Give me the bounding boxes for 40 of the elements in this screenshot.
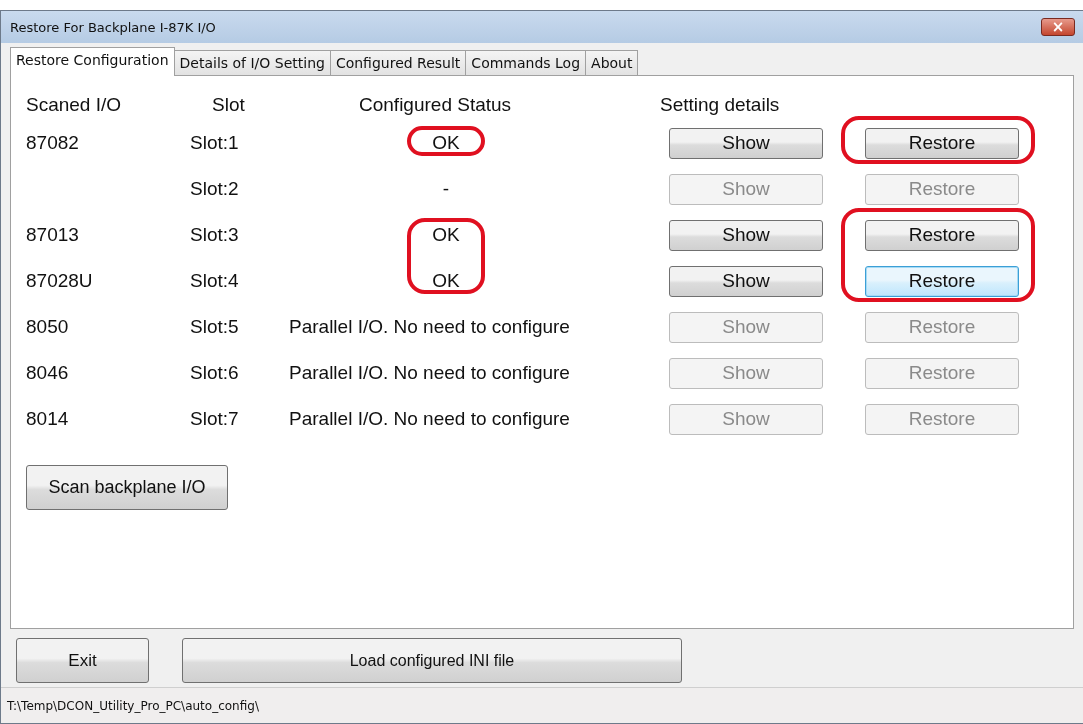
column-header: Setting details [660,94,780,116]
column-header: Configured Status [359,94,512,116]
tab[interactable]: Configured Result [330,50,467,75]
table-cell: 87082 [26,132,79,154]
tab[interactable]: About [586,50,639,75]
restore-button[interactable]: Restore [865,265,1019,297]
tab[interactable]: Details of I/O Setting [174,50,331,75]
restore-button[interactable]: Restore [865,219,1019,251]
table-cell: Slot:6 [190,362,239,384]
status-cell: - [442,178,450,200]
table-cell: 8050 [26,316,69,338]
load-button[interactable]: Load configured INI file [182,638,682,683]
status-cell: Parallel I/O. No need to configure [289,362,570,384]
column-header: Scaned I/O [26,94,123,116]
window-title: Restore For Backplane I-87K I/O [10,19,216,35]
table-cell: Slot:7 [190,408,239,430]
show-button[interactable]: Show [669,219,823,251]
table-cell: Slot:5 [190,316,239,338]
scan-button[interactable]: Scan backplane I/O [26,465,228,510]
table-cell: 8046 [26,362,69,384]
table-cell: Slot:2 [190,178,239,200]
table-cell: Slot:3 [190,224,239,246]
table-cell: Slot:4 [190,270,239,292]
table-cell: 87028U [26,270,93,292]
exit-button[interactable]: Exit [16,638,149,683]
status-cell: Parallel I/O. No need to configure [289,408,570,430]
table-cell: 8014 [26,408,69,430]
table-cell: 87013 [26,224,79,246]
status-cell: Parallel I/O. No need to configure [289,316,570,338]
table-cell: Slot:1 [190,132,239,154]
column-header: Slot [212,94,245,116]
status-text: T:\Temp\DCON_Utility_Pro_PC\auto_config\ [7,698,259,713]
restore-button[interactable]: Restore [865,127,1019,159]
tab[interactable]: Restore Configuration [10,47,175,76]
show-button[interactable]: Show [669,127,823,159]
tab[interactable]: Commands Log [466,50,587,75]
show-button[interactable]: Show [669,265,823,297]
status-cell: OK [432,270,460,292]
status-cell: OK [432,224,460,246]
status-cell: OK [432,132,460,154]
